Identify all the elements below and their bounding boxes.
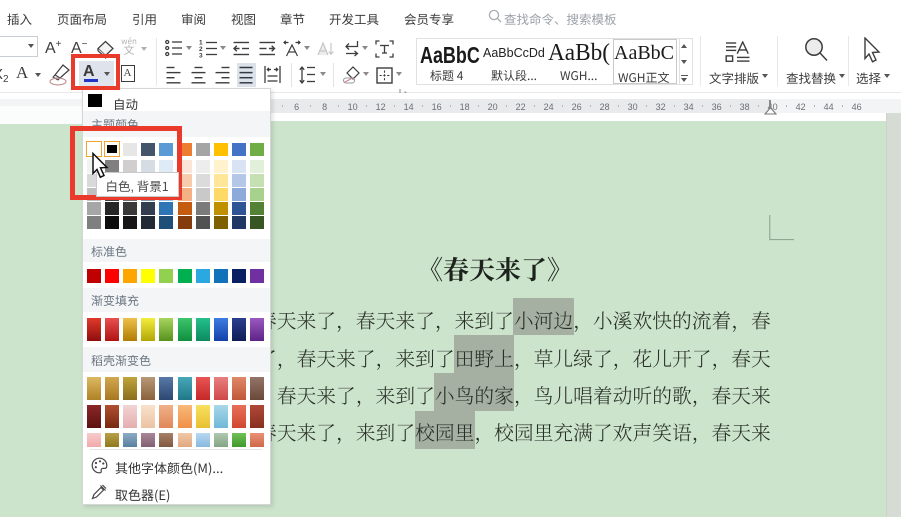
svg-text:3: 3 [199,53,203,59]
